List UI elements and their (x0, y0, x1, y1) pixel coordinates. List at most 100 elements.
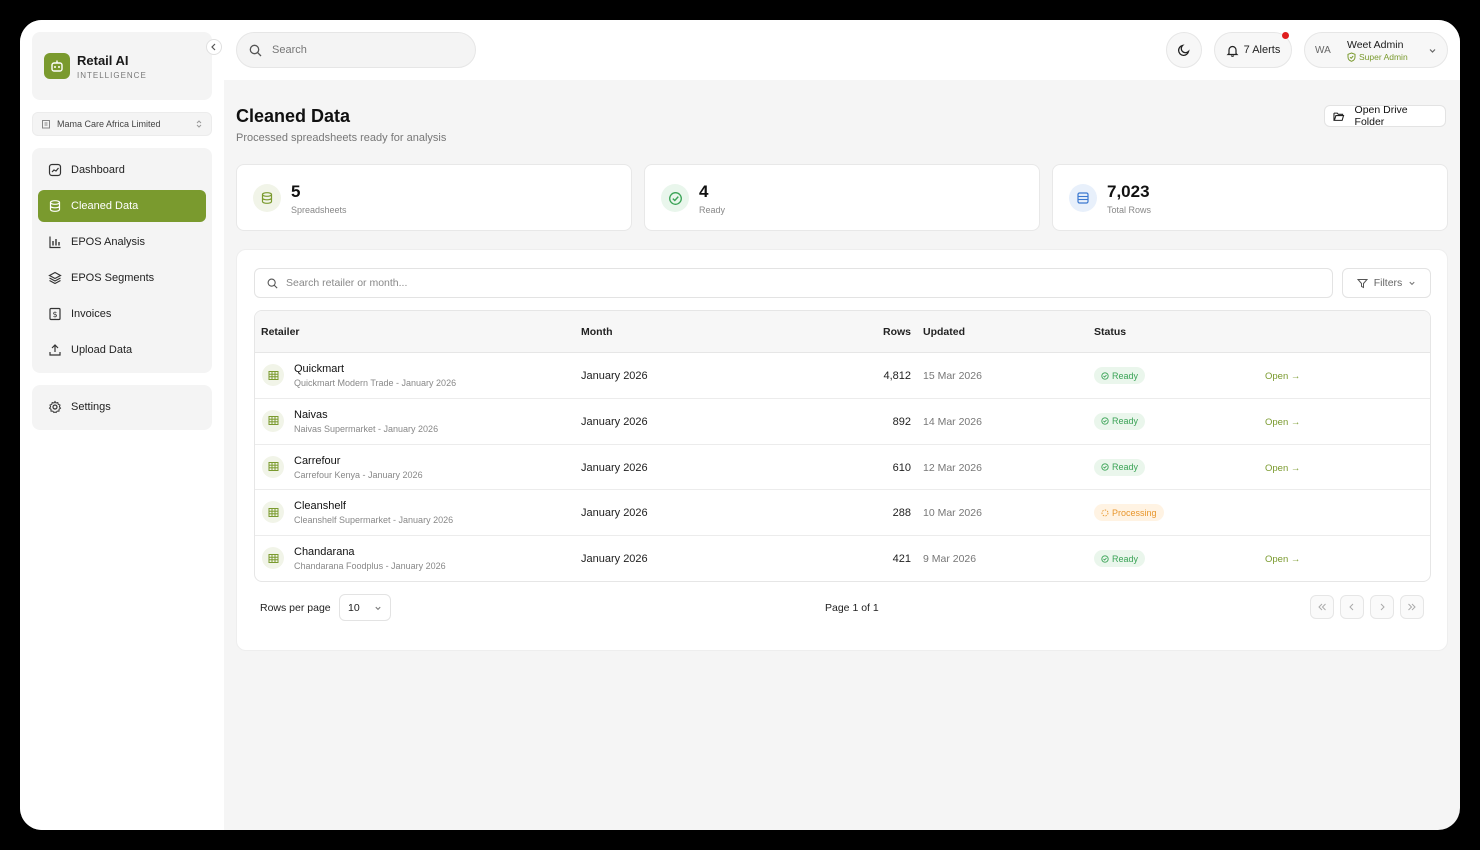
open-drive-folder-label: Open Drive Folder (1354, 104, 1408, 128)
table-row[interactable]: Chandarana Chandarana Foodplus - January… (255, 536, 1430, 581)
loader-icon (1101, 509, 1109, 517)
open-link[interactable]: Open → (1265, 554, 1300, 565)
check-circle-icon (1101, 555, 1109, 563)
chevron-updown-icon (196, 120, 202, 128)
retailer-name: Cleanshelf (294, 500, 346, 513)
month-cell: January 2026 (581, 507, 648, 520)
column-header-rows[interactable]: Rows (883, 326, 911, 338)
user-role-label: Super Admin (1359, 51, 1408, 62)
search-placeholder: Search (272, 44, 307, 56)
data-table-panel: Search retailer or month... Filters Reta… (236, 249, 1448, 651)
rows-per-page-value: 10 (348, 601, 360, 614)
status-label: Ready (1112, 553, 1139, 564)
stat-card-spreadsheets: 5 Spreadsheets (236, 164, 632, 231)
moon-icon (1177, 44, 1190, 57)
retailer-subtitle: Carrefour Kenya - January 2026 (294, 469, 423, 480)
status-badge: Ready (1094, 367, 1146, 384)
status-label: Processing (1112, 507, 1157, 518)
sidebar-item-upload-data[interactable]: Upload Data (38, 334, 206, 366)
updated-cell: 12 Mar 2026 (923, 461, 982, 474)
filters-button[interactable]: Filters (1342, 268, 1431, 298)
brand-subtitle: INTELLIGENCE (77, 71, 147, 80)
updated-cell: 15 Mar 2026 (923, 370, 982, 382)
page-info: Page 1 of 1 (825, 602, 879, 614)
column-header-updated[interactable]: Updated (923, 326, 965, 338)
user-menu-button[interactable]: WA Weet Admin Super Admin (1304, 32, 1448, 68)
table-search-input[interactable]: Search retailer or month... (254, 268, 1333, 298)
rows-cell: 4,812 (883, 370, 911, 382)
next-page-button[interactable] (1370, 595, 1394, 619)
table-row[interactable]: Naivas Naivas Supermarket - January 2026… (255, 399, 1430, 445)
global-search-input[interactable]: Search (236, 32, 476, 68)
brand-block: Retail AI INTELLIGENCE (32, 32, 212, 100)
sidebar-item-epos-analysis[interactable]: EPOS Analysis (38, 226, 206, 258)
robot-logo-icon (44, 53, 70, 79)
spreadsheet-icon (262, 409, 284, 432)
table-row[interactable]: Cleanshelf Cleanshelf Supermarket - Janu… (255, 490, 1430, 537)
check-circle-icon (1101, 371, 1109, 380)
updated-cell: 10 Mar 2026 (923, 507, 982, 520)
rows-cell: 610 (892, 461, 911, 474)
column-header-retailer[interactable]: Retailer (261, 326, 300, 338)
spreadsheet-icon (262, 364, 284, 386)
sidebar-item-invoices[interactable]: $ Invoices (38, 298, 206, 330)
filter-icon (1356, 278, 1368, 288)
stat-value: 5 (291, 182, 301, 201)
last-page-button[interactable] (1400, 595, 1424, 619)
rows-cell: 421 (892, 553, 911, 566)
brand-title: Retail AI (77, 53, 129, 68)
column-header-month[interactable]: Month (581, 326, 613, 338)
retailer-subtitle: Quickmart Modern Trade - January 2026 (294, 378, 457, 388)
first-page-button[interactable] (1310, 595, 1334, 619)
rows-per-page-select[interactable]: 10 (339, 594, 391, 621)
month-cell: January 2026 (581, 370, 648, 382)
stat-label: Ready (699, 205, 726, 215)
invoice-icon: $ (47, 306, 63, 322)
building-icon (42, 120, 50, 129)
chevron-down-icon (1409, 281, 1415, 286)
open-link[interactable]: Open → (1265, 463, 1300, 474)
sidebar-item-cleaned-data[interactable]: Cleaned Data (38, 190, 206, 222)
bar-chart-icon (47, 234, 63, 250)
avatar: WA (1315, 44, 1331, 56)
spreadsheet-icon (262, 501, 284, 524)
collapse-sidebar-button[interactable] (206, 39, 222, 55)
sidebar-item-settings[interactable]: Settings (38, 391, 206, 423)
column-header-status[interactable]: Status (1094, 326, 1126, 338)
svg-text:$: $ (52, 310, 57, 319)
sidebar-item-label: Invoices (71, 308, 112, 320)
open-drive-folder-button[interactable]: Open Drive Folder (1324, 104, 1446, 128)
layers-icon (47, 270, 63, 286)
rows-cell: 892 (892, 415, 911, 428)
status-label: Ready (1112, 416, 1139, 427)
user-name: Weet Admin (1347, 38, 1404, 51)
sidebar-item-label: EPOS Analysis (71, 236, 145, 248)
stat-card-ready: 4 Ready (644, 164, 1040, 231)
sidebar-item-dashboard[interactable]: Dashboard (38, 154, 206, 186)
stat-value: 4 (699, 182, 709, 201)
sidebar: Retail AI INTELLIGENCE Mama Care Africa … (20, 20, 224, 830)
app-window: Retail AI INTELLIGENCE Mama Care Africa … (20, 20, 1460, 830)
theme-toggle-button[interactable] (1166, 32, 1202, 68)
rows-icon (1069, 184, 1097, 212)
chevrons-left-icon (1318, 603, 1326, 611)
table-header: Retailer Month Rows Updated Status (255, 311, 1430, 353)
table-row[interactable]: Carrefour Carrefour Kenya - January 2026… (255, 445, 1430, 491)
rows-cell: 288 (892, 507, 911, 520)
retailer-subtitle: Cleanshelf Supermarket - January 2026 (294, 515, 454, 526)
check-circle-icon (1101, 417, 1109, 425)
table-row[interactable]: Quickmart Quickmart Modern Trade - Janua… (255, 353, 1430, 399)
alerts-button[interactable]: 7 Alerts (1214, 32, 1292, 68)
retailer-name: Carrefour (294, 454, 341, 467)
user-info: Weet Admin Super Admin (1347, 39, 1428, 62)
sidebar-item-epos-segments[interactable]: EPOS Segments (38, 262, 206, 294)
previous-page-button[interactable] (1340, 595, 1364, 619)
status-badge: Ready (1094, 550, 1146, 568)
open-link[interactable]: Open → (1265, 371, 1300, 382)
page-title: Cleaned Data (236, 106, 351, 126)
rows-per-page-label: Rows per page (260, 602, 331, 614)
retailer-subtitle: Chandarana Foodplus - January 2026 (294, 561, 446, 572)
open-link[interactable]: Open → (1265, 417, 1300, 428)
organization-select[interactable]: Mama Care Africa Limited (32, 112, 212, 136)
settings-group: Settings (32, 385, 212, 430)
